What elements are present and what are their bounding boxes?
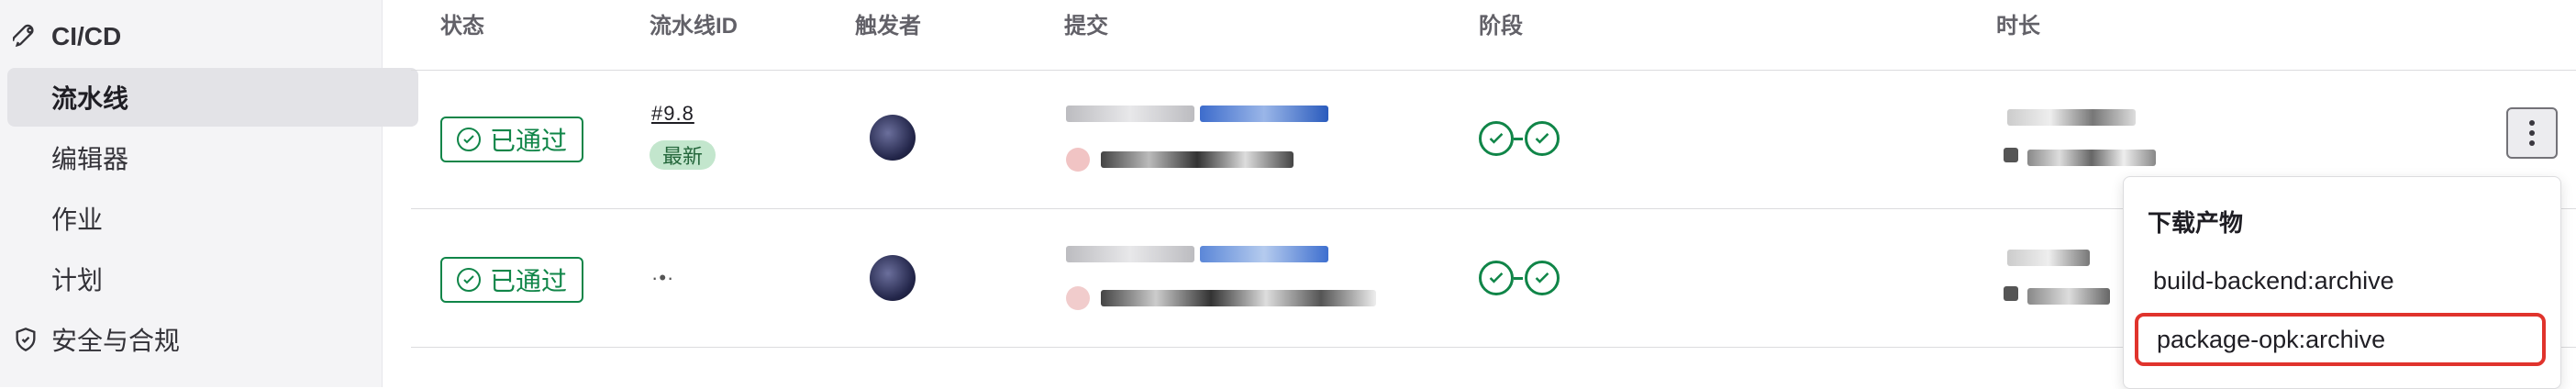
calendar-icon <box>2004 286 2018 301</box>
pipeline-id-link[interactable]: #9.8 <box>651 102 694 126</box>
artifact-item-package-opk[interactable]: package-opk:archive <box>2135 313 2546 366</box>
dropdown-title: 下载产物 <box>2148 209 2244 237</box>
shield-icon <box>0 327 51 352</box>
check-circle-icon <box>457 268 481 292</box>
avatar[interactable] <box>870 255 916 301</box>
download-artifacts-dropdown: 下载产物 build-backend:archive package-opk:a… <box>2123 176 2561 389</box>
sidebar-section-title: CI/CD <box>51 22 122 50</box>
header-pipeline-id: 流水线ID <box>650 14 738 39</box>
stage-package-icon[interactable] <box>1525 121 1560 156</box>
table-header: 状态 流水线ID 触发者 提交 阶段 时长 <box>411 0 2576 71</box>
finished-time-blurred <box>2027 150 2156 166</box>
check-circle-icon <box>457 128 481 151</box>
header-triggerer: 触发者 <box>855 14 921 39</box>
commit-author-avatar <box>1066 286 1090 310</box>
duration-blurred <box>2007 109 2136 126</box>
rocket-icon <box>0 24 51 50</box>
artifact-item-build-backend[interactable]: build-backend:archive <box>2135 254 2546 307</box>
status-badge[interactable]: 已通过 <box>440 117 584 162</box>
status-label: 已通过 <box>490 267 568 295</box>
header-status: 状态 <box>440 14 484 39</box>
stage-connector <box>1514 277 1523 280</box>
finished-time-blurred <box>2027 288 2110 305</box>
kebab-dot <box>2529 140 2535 146</box>
commit-link-blurred[interactable] <box>1200 246 1328 262</box>
sidebar-item-editor[interactable]: 编辑器 <box>0 128 128 187</box>
sidebar-item-jobs[interactable]: 作业 <box>0 189 103 248</box>
sidebar-item-label: 作业 <box>51 206 104 234</box>
artifact-label: package-opk:archive <box>2157 325 2386 353</box>
stage-build-icon[interactable] <box>1479 261 1514 295</box>
sidebar-item-label: 流水线 <box>51 84 129 113</box>
more-actions-button[interactable] <box>2506 107 2558 159</box>
kebab-dot <box>2529 120 2535 126</box>
sidebar-item-pipelines[interactable]: 流水线 <box>7 68 418 127</box>
status-badge[interactable]: 已通过 <box>440 257 584 303</box>
sidebar-section-cicd[interactable]: CI/CD <box>0 7 121 66</box>
commit-message-blurred <box>1101 290 1376 306</box>
sidebar-item-label: 计划 <box>51 266 104 295</box>
sidebar-item-label: 编辑器 <box>51 145 129 173</box>
duration-blurred <box>2007 250 2090 266</box>
commit-message-blurred <box>1101 151 1294 168</box>
header-stages: 阶段 <box>1479 14 1523 39</box>
kebab-dot <box>2529 130 2535 136</box>
pipeline-id-link[interactable]: ·•· <box>651 266 674 290</box>
sidebar: CI/CD 流水线 编辑器 作业 计划 安全与合规 <box>0 0 418 387</box>
commit-title-blurred <box>1066 246 1194 262</box>
latest-badge: 最新 <box>650 140 716 170</box>
header-duration: 时长 <box>1996 14 2040 39</box>
status-label: 已通过 <box>490 127 568 155</box>
artifact-label: build-backend:archive <box>2153 266 2394 295</box>
stage-connector <box>1514 138 1523 140</box>
commit-title-blurred <box>1066 106 1194 122</box>
header-commit: 提交 <box>1064 14 1108 39</box>
stage-build-icon[interactable] <box>1479 121 1514 156</box>
sidebar-section-label: 安全与合规 <box>51 327 181 355</box>
commit-link-blurred[interactable] <box>1200 106 1328 122</box>
stage-package-icon[interactable] <box>1525 261 1560 295</box>
commit-author-avatar <box>1066 148 1090 172</box>
sidebar-item-schedules[interactable]: 计划 <box>0 250 103 308</box>
sidebar-section-security[interactable]: 安全与合规 <box>0 310 180 369</box>
avatar[interactable] <box>870 115 916 161</box>
calendar-icon <box>2004 148 2018 162</box>
